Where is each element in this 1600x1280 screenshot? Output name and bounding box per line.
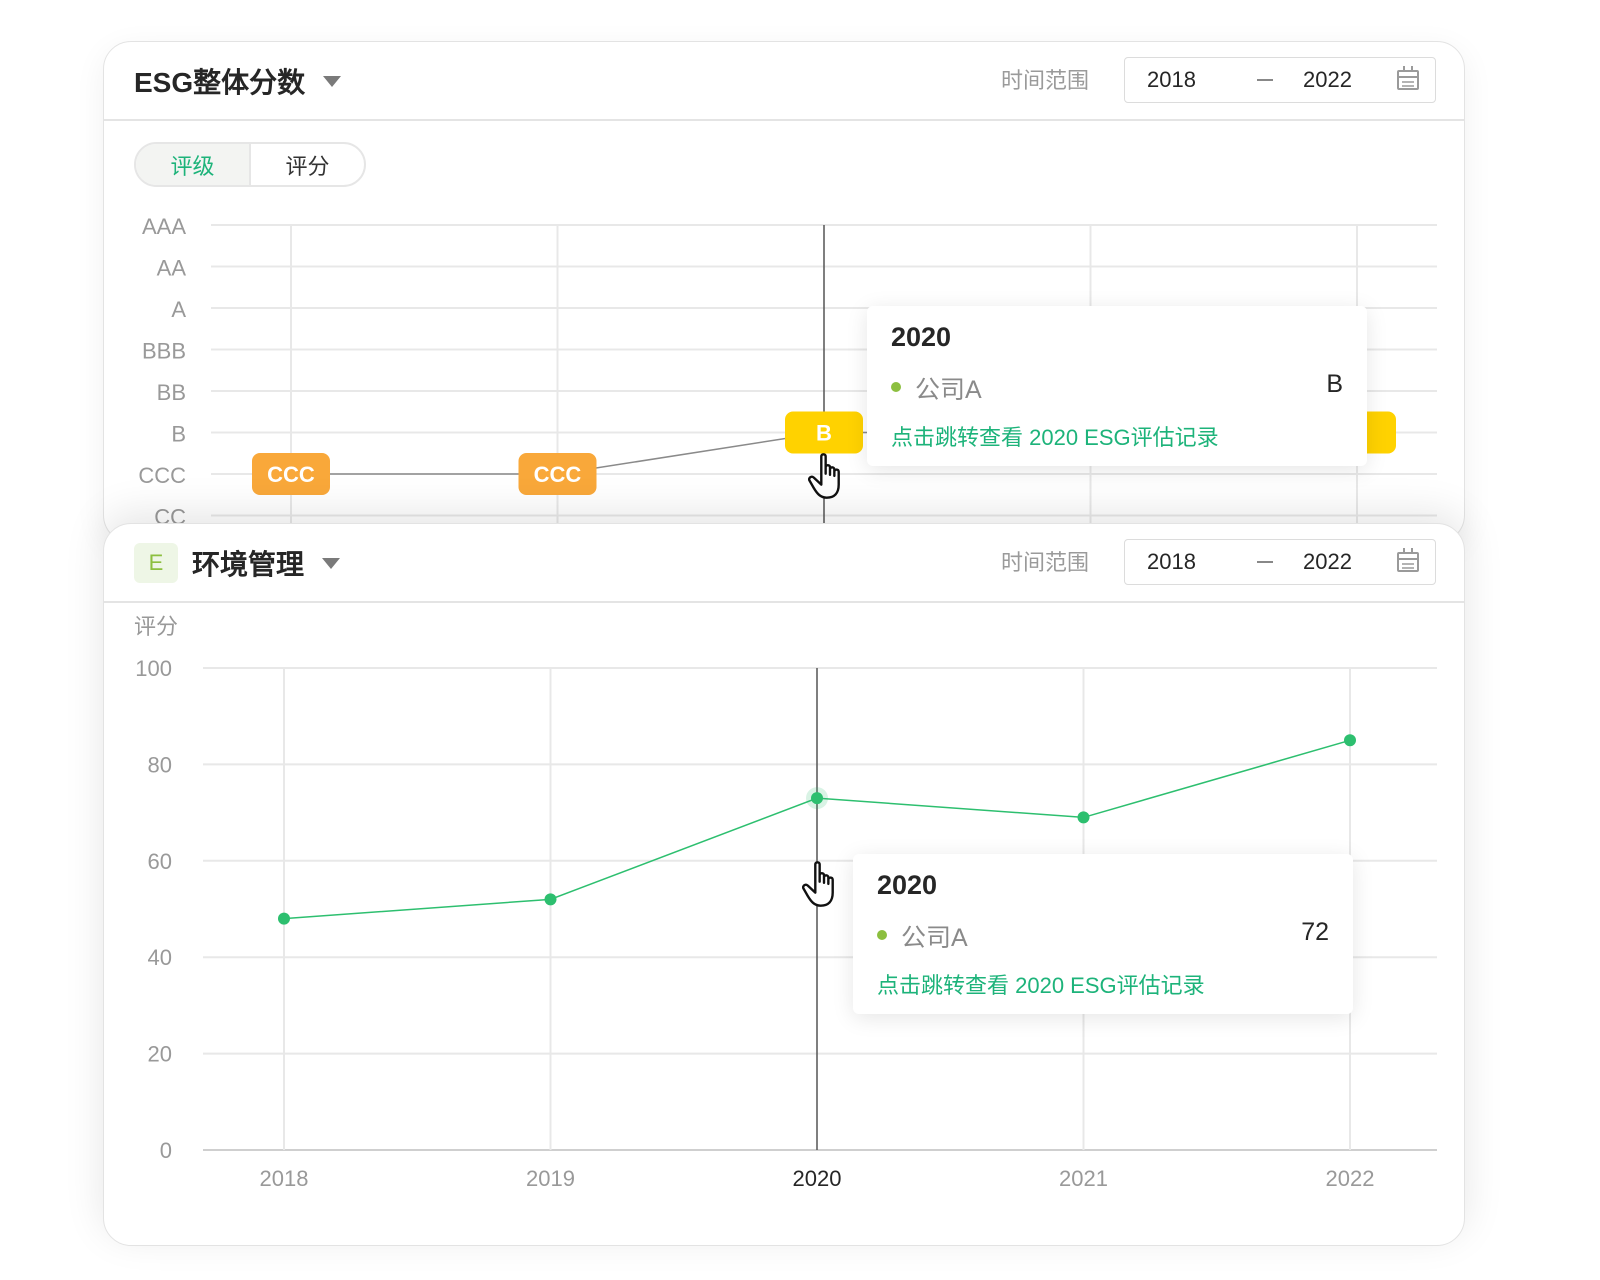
rating-badge-label: CCC <box>534 462 582 487</box>
series-dot-icon <box>891 382 901 392</box>
score-tooltip: 2020 公司A 72 点击跳转查看 2020 ESG评估记录 <box>853 854 1353 1014</box>
y-tick-label: AAA <box>142 214 186 239</box>
tooltip-record-link[interactable]: 点击跳转查看 2020 ESG评估记录 <box>877 968 1205 1000</box>
rating-badge-label: CCC <box>267 462 315 487</box>
tooltip-record-link[interactable]: 点击跳转查看 2020 ESG评估记录 <box>891 420 1219 452</box>
x-tick-label: 2018 <box>260 1166 309 1191</box>
y-tick-label: 80 <box>148 752 172 777</box>
tooltip-company: 公司A <box>915 376 982 404</box>
y-axis-label: 评分 <box>134 614 178 639</box>
y-tick-label: A <box>171 297 186 322</box>
y-tick-label: 0 <box>160 1138 172 1163</box>
data-point <box>278 912 290 925</box>
x-tick-label: 2021 <box>1059 1166 1108 1191</box>
x-tick-label: 2020 <box>793 1166 842 1191</box>
x-tick-label: 2019 <box>526 1166 575 1191</box>
rating-badge-label: B <box>816 421 832 446</box>
y-tick-label: CCC <box>138 463 186 488</box>
y-tick-label: 40 <box>148 945 172 970</box>
rating-tooltip: 2020 公司A B 点击跳转查看 2020 ESG评估记录 <box>867 306 1367 466</box>
data-point <box>544 893 557 906</box>
x-tick-label: 2022 <box>1326 1166 1375 1191</box>
esg-overall-card: ESG整体分数 时间范围 2018 2022 评级 评分 AAA AA A BBB BB… <box>103 41 1465 543</box>
y-tick-label: BB <box>157 380 186 405</box>
tooltip-value: 72 <box>1301 918 1329 946</box>
tooltip-year: 2020 <box>891 322 952 352</box>
data-point <box>1344 734 1356 747</box>
rating-chart: AAAAAABBBBBBCCCCCCCC CCCB <box>138 214 1437 542</box>
tooltip-year: 2020 <box>877 870 938 900</box>
series-dot-icon <box>877 930 887 940</box>
y-tick-label: 60 <box>148 849 172 874</box>
y-tick-label: 20 <box>148 1042 172 1067</box>
data-point <box>1077 811 1090 824</box>
hand-pointer-icon <box>802 861 834 907</box>
tooltip-company: 公司A <box>901 924 968 952</box>
y-tick-label: BBB <box>142 339 186 364</box>
y-tick-label: AA <box>157 256 187 281</box>
environment-card: E 环境管理 时间范围 2018 2022 评分 0 20 40 60 80 100 2018… <box>103 523 1465 1246</box>
tooltip-value: B <box>1326 370 1343 398</box>
y-tick-label: 100 <box>135 656 172 681</box>
y-tick-label: B <box>171 422 186 447</box>
hand-pointer-icon <box>808 453 840 499</box>
data-point <box>811 792 823 805</box>
